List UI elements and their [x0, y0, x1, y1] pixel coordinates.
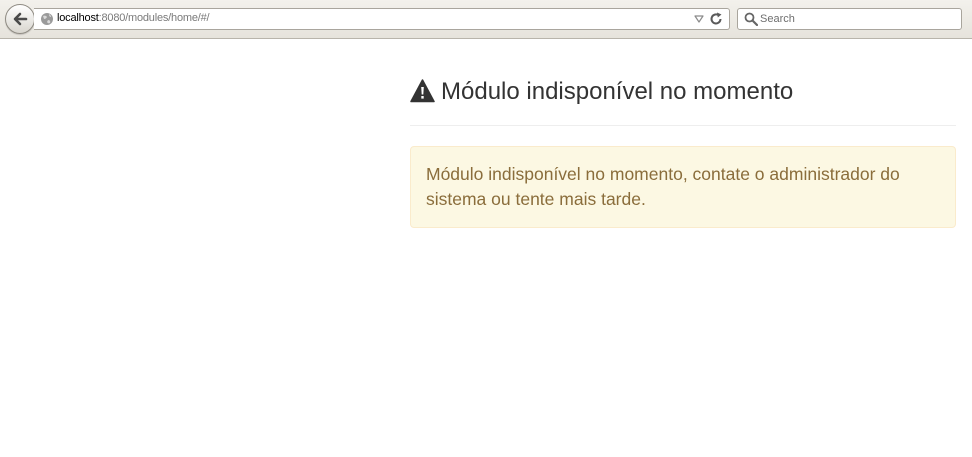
warning-icon [410, 79, 435, 103]
url-host: localhost [57, 12, 99, 24]
main-content: Módulo indisponível no momento Módulo in… [410, 39, 956, 228]
search-bar[interactable] [737, 8, 962, 30]
url-text[interactable]: localhost:8080/modules/home/#/ [57, 12, 210, 24]
address-bar[interactable]: localhost:8080/modules/home/#/ [34, 8, 730, 30]
back-arrow-icon [13, 12, 28, 26]
unavailable-alert: Módulo indisponível no momento, contate … [410, 146, 956, 228]
browser-toolbar: localhost:8080/modules/home/#/ [0, 0, 972, 39]
globe-icon [41, 13, 53, 25]
dropdown-triangle-icon[interactable] [694, 15, 704, 23]
alert-message: Módulo indisponível no momento, contate … [426, 164, 900, 209]
page-title: Módulo indisponível no momento [441, 78, 794, 105]
back-button[interactable] [5, 4, 35, 34]
reload-icon[interactable] [709, 12, 723, 26]
magnifier-icon [744, 12, 758, 26]
page-header: Módulo indisponível no momento [410, 77, 956, 126]
search-input[interactable] [760, 11, 955, 27]
url-path: :8080/modules/home/#/ [98, 12, 210, 24]
